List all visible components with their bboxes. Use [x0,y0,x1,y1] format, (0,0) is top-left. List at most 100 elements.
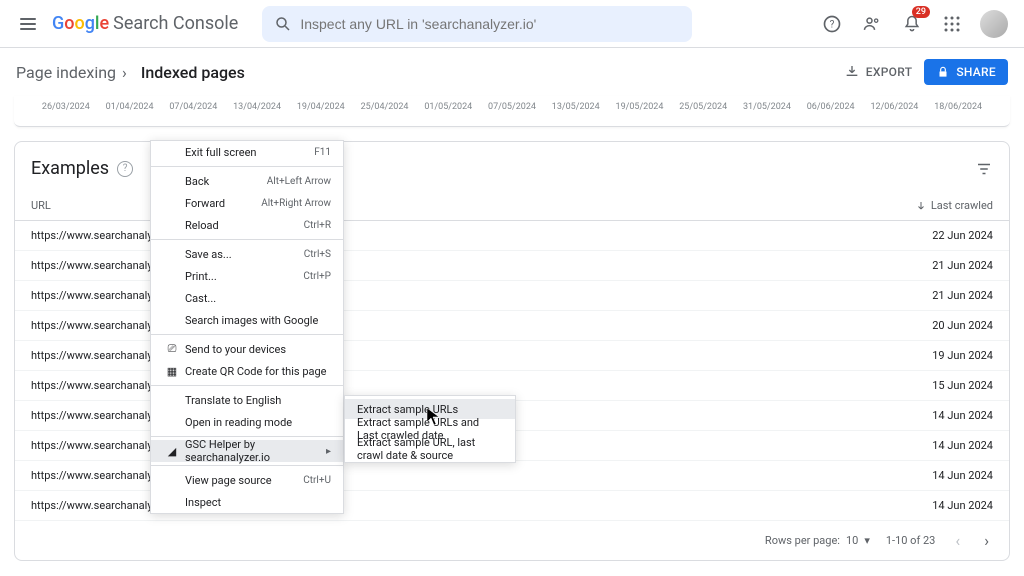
menu-shortcut: Ctrl+R [304,220,331,231]
menu-item[interactable]: Save as...Ctrl+S [151,243,343,265]
date-tick: 12/06/2024 [863,102,927,112]
rows-per-page[interactable]: Rows per page: 10 ▾ [765,534,870,547]
menu-divider [151,385,343,386]
next-page[interactable]: › [980,531,993,550]
menu-item[interactable]: Print...Ctrl+P [151,265,343,287]
avatar[interactable] [980,10,1008,38]
cell-date: 15 Jun 2024 [873,379,993,392]
export-button[interactable]: EXPORT [844,64,913,80]
menu-label: Reload [185,219,304,232]
breadcrumb: Page indexing › Indexed pages [16,63,245,82]
context-submenu[interactable]: Extract sample URLsExtract sample URLs a… [344,395,516,463]
arrow-down-icon [915,200,927,212]
logo-text: Search Console [113,13,238,34]
menu-divider [151,239,343,240]
menu-label: Exit full screen [185,146,314,159]
date-tick: 31/05/2024 [735,102,799,112]
chevron-right-icon: › [122,63,127,82]
lock-icon [936,65,950,79]
date-tick: 13/05/2024 [544,102,608,112]
chevron-down-icon: ▾ [864,534,870,547]
menu-label: Inspect [185,496,331,509]
help-icon[interactable]: ? [117,161,133,177]
breadcrumb-parent[interactable]: Page indexing [16,63,116,82]
filter-icon[interactable] [975,160,993,178]
menu-item[interactable]: Search images with Google [151,309,343,331]
cell-date: 22 Jun 2024 [873,229,993,242]
menu-item[interactable]: Translate to English [151,389,343,411]
menu-label: Save as... [185,248,304,261]
menu-label: Translate to English [185,394,331,407]
date-tick: 01/05/2024 [416,102,480,112]
menu-shortcut: Alt+Left Arrow [267,176,331,187]
date-tick: 18/06/2024 [926,102,990,112]
qr-icon: ▦ [163,365,181,378]
date-axis: 26/03/202401/04/202407/04/202413/04/2024… [14,96,1010,127]
page-range: 1-10 of 23 [886,534,936,547]
people-icon[interactable] [860,12,884,36]
cell-date: 14 Jun 2024 [873,439,993,452]
context-menu[interactable]: Exit full screenF11BackAlt+Left ArrowFor… [150,140,344,514]
menu-item[interactable]: ◢GSC Helper by searchanalyzer.io▸ [151,440,343,462]
menu-label: Send to your devices [185,343,331,356]
menu-item[interactable]: Exit full screenF11 [151,141,343,163]
date-tick: 07/04/2024 [161,102,225,112]
subheader: Page indexing › Indexed pages EXPORT SHA… [0,48,1024,96]
menu-shortcut: Ctrl+U [303,475,331,486]
menu-label: Print... [185,270,303,283]
cell-date: 20 Jun 2024 [873,319,993,332]
menu-divider [151,334,343,335]
date-tick: 25/04/2024 [353,102,417,112]
menu-item[interactable]: ForwardAlt+Right Arrow [151,192,343,214]
pagination: Rows per page: 10 ▾ 1-10 of 23 ‹ › [15,521,1009,560]
date-tick: 13/04/2024 [225,102,289,112]
logo[interactable]: Google Search Console [52,13,238,34]
cell-date: 19 Jun 2024 [873,349,993,362]
search-bar[interactable] [262,6,692,42]
hamburger-icon[interactable] [16,12,40,36]
date-tick: 25/05/2024 [671,102,735,112]
menu-item[interactable]: View page sourceCtrl+U [151,469,343,491]
menu-shortcut: Alt+Right Arrow [261,198,331,209]
menu-shortcut: Ctrl+S [304,249,331,260]
menu-label: Search images with Google [185,314,331,327]
date-tick: 06/06/2024 [799,102,863,112]
cell-date: 14 Jun 2024 [873,469,993,482]
prev-page[interactable]: ‹ [951,531,964,550]
menu-item[interactable]: Inspect [151,491,343,513]
menu-label: View page source [185,474,303,487]
menu-item[interactable]: ⎚ Send to your devices [151,338,343,360]
submenu-item[interactable]: Extract sample URL, last crawl date & so… [345,439,515,459]
search-icon [274,15,292,33]
menu-label: Create QR Code for this page [185,365,331,378]
date-tick: 19/04/2024 [289,102,353,112]
share-button[interactable]: SHARE [924,59,1008,85]
menu-shortcut: F11 [314,147,331,158]
menu-label: Open in reading mode [185,416,331,429]
subheader-actions: EXPORT SHARE [844,59,1008,85]
menu-item[interactable]: BackAlt+Left Arrow [151,170,343,192]
menu-divider [151,436,343,437]
help-icon[interactable]: ? [820,12,844,36]
menu-item[interactable]: Cast... [151,287,343,309]
notifications-icon[interactable]: 29 [900,12,924,36]
menu-label: Back [185,175,267,188]
menu-label: GSC Helper by searchanalyzer.io [185,438,326,464]
menu-label: Cast... [185,292,331,305]
devices-icon: ⎚ [163,342,181,356]
chevron-right-icon: ▸ [326,446,331,457]
col-last-crawled[interactable]: Last crawled [873,199,993,212]
search-input[interactable] [300,16,680,32]
cell-date: 21 Jun 2024 [873,259,993,272]
notification-badge: 29 [912,6,930,18]
app-header: Google Search Console ? 29 [0,0,1024,48]
menu-item[interactable]: Open in reading mode [151,411,343,433]
menu-shortcut: Ctrl+P [303,271,331,282]
menu-label: Forward [185,197,261,210]
apps-icon[interactable] [940,12,964,36]
menu-item[interactable]: ▦ Create QR Code for this page [151,360,343,382]
svg-text:?: ? [830,19,835,30]
menu-item[interactable]: ReloadCtrl+R [151,214,343,236]
menu-divider [151,166,343,167]
date-tick: 07/05/2024 [480,102,544,112]
